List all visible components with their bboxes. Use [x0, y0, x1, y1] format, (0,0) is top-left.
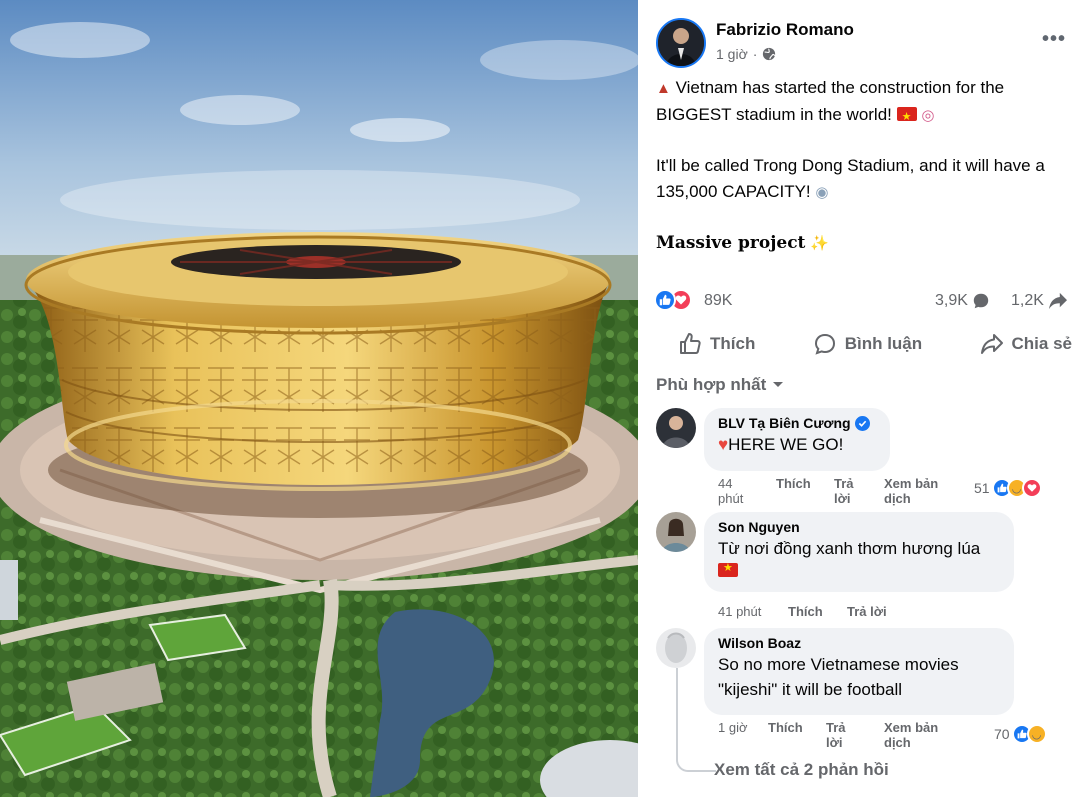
- comment-bubble: BLV Tạ Biên Cương ♥HERE WE GO!: [704, 408, 890, 471]
- commenter-avatar[interactable]: [656, 628, 696, 668]
- share-icon: [980, 334, 1003, 354]
- post-meta: 1 giờ ·: [716, 46, 776, 62]
- post-paragraph-3: Massive project ✨: [656, 230, 1066, 257]
- sparkles-icon: ✨: [810, 235, 829, 252]
- comment-time[interactable]: 44 phút: [718, 476, 758, 506]
- comment-text: Từ nơi đồng xanh thơm hương lúa: [718, 539, 981, 558]
- globe-icon: [763, 47, 776, 61]
- comment-like-button[interactable]: Thích: [788, 604, 823, 619]
- verified-badge-icon: [854, 415, 870, 431]
- stadium-rendering-image: [0, 0, 638, 797]
- comment-item: Wilson Boaz So no more Vietnamese movies…: [656, 628, 1070, 753]
- comment-like-button[interactable]: Thích: [776, 476, 811, 491]
- more-options-button[interactable]: •••: [1042, 28, 1066, 51]
- post-panel: Fabrizio Romano 1 giờ · ••• ▲ Vietnam ha…: [638, 0, 1078, 797]
- commenter-name[interactable]: Son Nguyen: [718, 519, 1000, 535]
- share-count[interactable]: 1,2K: [1011, 292, 1068, 310]
- fez-hat-icon: ▲: [656, 80, 671, 97]
- like-reaction-icon: [654, 289, 676, 311]
- post-time[interactable]: 1 giờ: [716, 46, 748, 62]
- commenter-avatar[interactable]: [656, 512, 696, 552]
- comment-item: Son Nguyen Từ nơi đồng xanh thơm hương l…: [656, 512, 1070, 624]
- reactions-summary: 89K 3,9K 1,2K: [654, 289, 1072, 315]
- like-button[interactable]: Thích: [654, 332, 765, 356]
- comment-button[interactable]: Bình luận: [803, 332, 932, 356]
- comment-bubble-icon: [973, 293, 989, 309]
- haha-reaction-icon: ◡: [1026, 724, 1047, 744]
- heart-eyes-emoji-icon: ♥: [718, 435, 729, 454]
- share-arrow-icon: [1048, 292, 1067, 310]
- author-avatar[interactable]: [656, 18, 706, 68]
- view-all-replies-link[interactable]: Xem tất cả 2 phản hồi: [714, 760, 889, 780]
- post-body: ▲ Vietnam has started the construction f…: [656, 75, 1066, 282]
- share-button[interactable]: Chia sẻ: [970, 332, 1072, 356]
- comment-count[interactable]: 3,9K: [935, 292, 990, 310]
- commenter-name[interactable]: Wilson Boaz: [718, 635, 1000, 651]
- post-paragraph-1: ▲ Vietnam has started the construction f…: [656, 75, 1066, 130]
- comment-item: BLV Tạ Biên Cương ♥HERE WE GO! 44 phút T…: [656, 408, 1070, 508]
- author-name[interactable]: Fabrizio Romano: [716, 20, 854, 40]
- post-paragraph-2: It'll be called Trong Dong Stadium, and …: [656, 153, 1066, 205]
- vietnam-flag-icon: [896, 105, 917, 130]
- thumbs-up-icon: [680, 333, 701, 354]
- comment-time[interactable]: 1 giờ: [718, 720, 748, 735]
- comment-text: ♥HERE WE GO!: [718, 435, 844, 454]
- screaming-face-icon: ◉: [815, 183, 829, 201]
- stadium-icon: ◎: [921, 106, 935, 124]
- comment-bubble: Son Nguyen Từ nơi đồng xanh thơm hương l…: [704, 512, 1014, 592]
- comment-reactions[interactable]: 70 ◡: [994, 724, 1047, 744]
- translate-button[interactable]: Xem bản dịch: [884, 476, 954, 506]
- comment-reply-button[interactable]: Trả lời: [826, 720, 852, 750]
- love-reaction-icon: [1021, 478, 1042, 498]
- comment-text: So no more Vietnamese movies "kijeshi" i…: [718, 655, 959, 699]
- caret-down-icon: [773, 382, 784, 387]
- comment-icon: [814, 333, 835, 355]
- vietnam-flag-icon: [718, 561, 738, 577]
- comment-reply-button[interactable]: Trả lời: [834, 476, 860, 506]
- comment-reply-button[interactable]: Trả lời: [847, 604, 887, 619]
- commenter-name[interactable]: BLV Tạ Biên Cương: [718, 415, 876, 431]
- comment-bubble: Wilson Boaz So no more Vietnamese movies…: [704, 628, 1014, 715]
- translate-button[interactable]: Xem bản dịch: [884, 720, 954, 750]
- comment-time[interactable]: 41 phút: [718, 604, 761, 619]
- post-actions-bar: Thích Bình luận Chia sẻ: [654, 328, 1072, 360]
- post-header: Fabrizio Romano 1 giờ · •••: [656, 16, 1066, 68]
- reaction-count[interactable]: 89K: [704, 292, 732, 310]
- reaction-icons[interactable]: [654, 289, 692, 311]
- comment-reactions[interactable]: 51 ◡: [974, 478, 1042, 498]
- comment-like-button[interactable]: Thích: [768, 720, 803, 735]
- commenter-avatar[interactable]: [656, 408, 696, 448]
- post-photo[interactable]: [0, 0, 638, 797]
- comment-sort-dropdown[interactable]: Phù hợp nhất: [656, 375, 784, 395]
